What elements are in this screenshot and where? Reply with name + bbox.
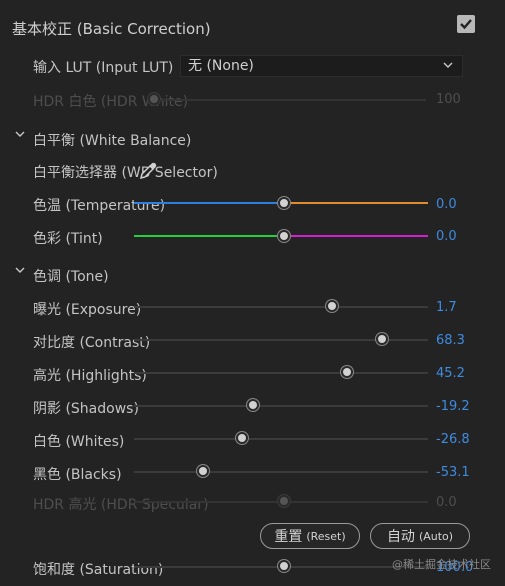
reset-button-sublabel: (Reset): [306, 529, 346, 543]
contrast-thumb[interactable]: [376, 333, 388, 345]
tone-header[interactable]: 色调 (Tone): [33, 266, 109, 286]
white-balance-header[interactable]: 白平衡 (White Balance): [33, 130, 191, 150]
hdr-white-label: HDR 白色 (HDR White): [33, 94, 189, 110]
blacks-track[interactable]: [134, 471, 428, 473]
shadows-value[interactable]: -19.2: [436, 399, 470, 414]
blacks-thumb[interactable]: [197, 465, 209, 477]
reset-button-label: 重置: [274, 529, 303, 545]
chevron-down-icon: [442, 58, 454, 78]
temperature-value[interactable]: 0.0: [436, 197, 457, 212]
highlights-label: 高光 (Highlights): [33, 368, 147, 384]
auto-button[interactable]: 自动 (Auto): [370, 523, 470, 549]
tint-thumb[interactable]: [278, 230, 290, 242]
eyedropper-icon[interactable]: [138, 161, 158, 185]
exposure-value[interactable]: 1.7: [436, 300, 457, 315]
shadows-label: 阴影 (Shadows): [33, 401, 139, 417]
contrast-value[interactable]: 68.3: [436, 333, 465, 348]
highlights-track[interactable]: [134, 372, 428, 374]
exposure-track[interactable]: [134, 306, 428, 308]
hdr-white-track: [150, 99, 426, 101]
chevron-down-icon[interactable]: [14, 128, 26, 144]
hdr-specular-label: HDR 高光 (HDR Specular): [33, 497, 209, 513]
saturation-thumb[interactable]: [278, 560, 290, 572]
input-lut-label: 输入 LUT (Input LUT): [33, 60, 174, 76]
whites-thumb[interactable]: [236, 432, 248, 444]
auto-button-sublabel: (Auto): [418, 529, 454, 543]
blacks-label: 黑色 (Blacks): [33, 467, 122, 483]
temperature-label: 色温 (Temperature): [33, 198, 166, 214]
auto-button-label: 自动: [386, 529, 415, 545]
wb-selector-label: 白平衡选择器 (WB Selector): [33, 165, 218, 181]
enable-checkbox[interactable]: [457, 15, 475, 33]
tint-label: 色彩 (Tint): [33, 231, 103, 247]
saturation-label: 饱和度 (Saturation): [33, 562, 164, 578]
hdr-white-value: 100: [436, 92, 461, 107]
chevron-down-icon[interactable]: [14, 264, 26, 280]
reset-button[interactable]: 重置 (Reset): [260, 523, 360, 549]
blacks-value[interactable]: -53.1: [436, 465, 470, 480]
hdr-specular-value: 0.0: [436, 495, 457, 510]
whites-track[interactable]: [134, 438, 428, 440]
tint-value[interactable]: 0.0: [436, 229, 457, 244]
shadows-track[interactable]: [134, 405, 428, 407]
contrast-label: 对比度 (Contrast): [33, 335, 151, 351]
shadows-thumb[interactable]: [247, 399, 259, 411]
exposure-label: 曝光 (Exposure): [33, 302, 142, 318]
input-lut-select[interactable]: 无 (None): [180, 55, 463, 77]
highlights-thumb[interactable]: [341, 366, 353, 378]
input-lut-value: 无 (None): [188, 58, 254, 74]
highlights-value[interactable]: 45.2: [436, 366, 465, 381]
hdr-white-thumb: [148, 93, 160, 105]
checkmark-icon: [460, 19, 472, 30]
watermark: @稀土掘金技术社区: [392, 558, 491, 571]
hdr-specular-thumb: [278, 495, 290, 507]
exposure-thumb[interactable]: [326, 300, 338, 312]
whites-value[interactable]: -26.8: [436, 432, 470, 447]
section-title: 基本校正 (Basic Correction): [12, 20, 211, 38]
temperature-thumb[interactable]: [278, 197, 290, 209]
whites-label: 白色 (Whites): [33, 434, 125, 450]
